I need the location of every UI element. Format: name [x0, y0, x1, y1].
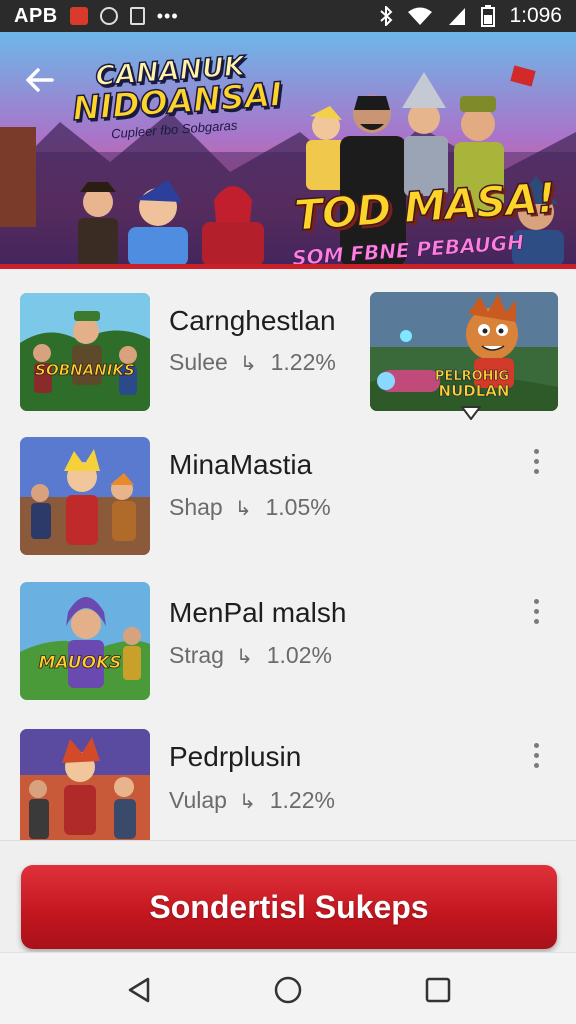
item-title: MinaMastia [169, 449, 313, 480]
app-notification-icon [69, 7, 88, 25]
item-meta: Shap ↳ 1.05% [169, 494, 331, 521]
item-title: MenPal malsh [169, 597, 347, 628]
list-item[interactable]: MAUOKS MenPal malsh Strag ↳ 1.02% [0, 561, 576, 707]
meta-separator-icon: ↳ [235, 646, 253, 668]
wifi-icon [408, 7, 433, 25]
bluetooth-icon [380, 6, 393, 26]
thumbnail-logo-text: SOBNANIKS [35, 361, 135, 379]
more-notifications-icon: ••• [156, 5, 179, 26]
thumbnail-art: MAUOKS [20, 582, 150, 700]
list-item[interactable]: MinaMastia Shap ↳ 1.05% [0, 415, 576, 561]
bottom-action-area: Sondertisl Sukeps [0, 840, 576, 952]
item-thumbnail[interactable]: MAUOKS [20, 582, 150, 700]
item-meta: Vulap ↳ 1.22% [169, 787, 335, 814]
item-title: Pedrplusin [169, 741, 302, 772]
more-vert-icon[interactable] [524, 735, 548, 775]
item-meta-label: Vulap [169, 787, 227, 813]
carrier-label: APB [14, 4, 58, 27]
thumbnail-art: SOBNANIKS [20, 293, 150, 411]
thumbnail-art [20, 437, 150, 555]
item-meta-label: Shap [169, 494, 223, 520]
item-thumbnail[interactable] [20, 437, 150, 555]
banner-game-title: CANANUK NIDOANSAI Cupleer fbo Sobgaras [69, 50, 284, 144]
preview-art: PELROHIG NUDLAN [370, 292, 558, 411]
back-arrow-icon[interactable] [22, 62, 58, 98]
battery-icon [481, 5, 496, 27]
compass-notification-icon [99, 7, 118, 25]
status-bar: APB ••• 1:096 [0, 0, 576, 32]
meta-separator-icon: ↳ [238, 791, 256, 813]
signal-icon [449, 8, 466, 25]
item-meta-label: Strag [169, 642, 224, 668]
thumbnail-logo-text: MAUOKS [39, 653, 122, 673]
featured-preview-card[interactable]: PELROHIG NUDLAN [370, 292, 558, 411]
item-meta-value: 1.22% [269, 787, 335, 813]
more-vert-icon[interactable] [524, 441, 548, 481]
primary-action-button[interactable]: Sondertisl Sukeps [21, 865, 557, 949]
item-meta-label: Sulee [169, 349, 228, 375]
system-nav-bar [0, 952, 576, 1024]
item-thumbnail[interactable] [20, 729, 150, 840]
hero-banner: CANANUK NIDOANSAI Cupleer fbo Sobgaras T… [0, 32, 576, 266]
thumbnail-art [20, 729, 150, 840]
item-meta-value: 1.22% [270, 349, 336, 375]
circle-home-icon[interactable] [273, 975, 303, 1005]
list-item[interactable]: SOBNANIKS Carnghestlan Sulee ↳ 1.22% PELRO… [0, 269, 576, 420]
item-meta: Strag ↳ 1.02% [169, 642, 332, 669]
item-meta-value: 1.02% [266, 642, 332, 668]
status-time: 1:096 [509, 4, 562, 27]
preview-title-line2: NUDLAN [439, 382, 510, 400]
list-item[interactable]: Pedrplusin Vulap ↳ 1.22% [0, 707, 576, 840]
more-vert-icon[interactable] [524, 591, 548, 631]
item-title: Carnghestlan [169, 305, 336, 336]
meta-separator-icon: ↳ [239, 353, 257, 375]
item-thumbnail[interactable]: SOBNANIKS [20, 293, 150, 411]
item-meta-value: 1.05% [265, 494, 331, 520]
document-notification-icon [129, 7, 145, 25]
game-list: SOBNANIKS Carnghestlan Sulee ↳ 1.22% PELRO… [0, 269, 576, 840]
square-recents-icon[interactable] [423, 975, 453, 1005]
triangle-back-icon[interactable] [124, 975, 154, 1005]
meta-separator-icon: ↳ [234, 498, 252, 520]
item-meta: Sulee ↳ 1.22% [169, 349, 336, 376]
